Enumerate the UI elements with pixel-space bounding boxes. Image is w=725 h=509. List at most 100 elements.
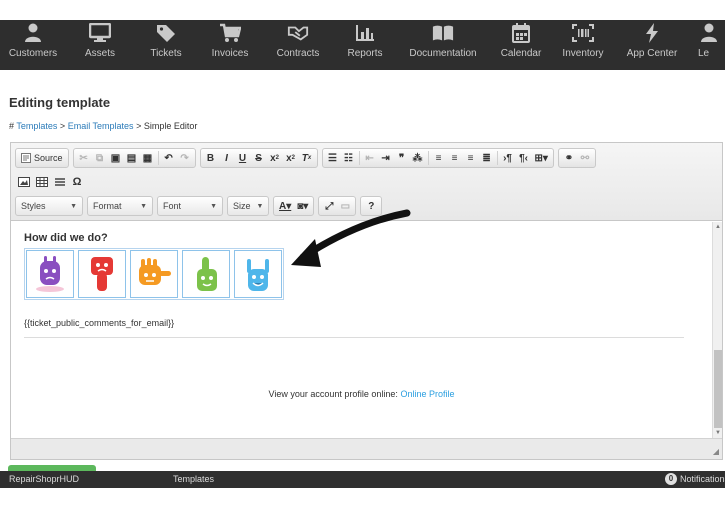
font-dropdown[interactable]: Font ▼ (157, 196, 223, 216)
nav-invoices[interactable]: Invoices (198, 20, 262, 70)
bulleted-list-icon[interactable]: ☷ (341, 149, 357, 167)
source-button[interactable]: Source (18, 149, 66, 167)
nav-label: Tickets (150, 48, 182, 59)
source-group: Source (15, 148, 69, 168)
paste-text-icon[interactable]: ▤ (124, 149, 140, 167)
profile-line: View your account profile online: Online… (11, 389, 712, 399)
italic-icon[interactable]: I (219, 149, 235, 167)
editor-statusbar: ◢ (11, 438, 722, 459)
rtl-icon[interactable]: ¶‹ (516, 149, 532, 167)
nav-app-center[interactable]: App Center (614, 20, 690, 70)
nav-assets[interactable]: Assets (66, 20, 134, 70)
templates-link[interactable]: Templates (173, 474, 214, 484)
nav-calendar[interactable]: Calendar (490, 20, 552, 70)
source-label: Source (34, 153, 63, 163)
scrollbar-thumb[interactable] (714, 350, 722, 428)
indent-icon[interactable]: ⇥ (378, 149, 394, 167)
breadcrumb-email-templates-link[interactable]: Email Templates (68, 121, 134, 131)
paste-icon[interactable]: ▣ (108, 149, 124, 167)
separator (358, 151, 360, 165)
font-label: Font (163, 201, 182, 211)
nav-customers[interactable]: Customers (0, 20, 66, 70)
resize-handle-icon[interactable]: ◢ (713, 447, 719, 456)
paragraph-group: ☰ ☷ ⇤ ⇥ ❞ ⁂ ≡ ≡ ≡ ≣ ›¶ ¶‹ ⊞▾ (321, 148, 554, 168)
superscript-icon[interactable]: x2 (283, 149, 299, 167)
styles-dropdown[interactable]: Styles ▼ (15, 196, 83, 216)
nav-label: Le (698, 48, 710, 59)
align-center-icon[interactable]: ≡ (447, 149, 463, 167)
ltr-icon[interactable]: ›¶ (500, 149, 516, 167)
unlink-icon[interactable]: ⚯ (577, 149, 593, 167)
remove-format-icon[interactable]: Tx (299, 149, 315, 167)
breadcrumb-templates-link[interactable]: Templates (16, 121, 57, 131)
chevron-down-icon: ▼ (210, 202, 217, 210)
div-icon[interactable]: ⁂ (410, 149, 426, 167)
nav-label: Calendar (500, 48, 542, 59)
image-icon[interactable] (15, 173, 33, 191)
page: Customers Assets Tickets Invoices Contra… (0, 0, 725, 509)
face-rating-1[interactable] (26, 250, 74, 298)
nav-documentation[interactable]: Documentation (396, 20, 490, 70)
face-rating-2[interactable] (78, 250, 126, 298)
format-dropdown[interactable]: Format ▼ (87, 196, 153, 216)
nav-label: App Center (626, 48, 678, 59)
align-left-icon[interactable]: ≡ (431, 149, 447, 167)
nav-label: Assets (84, 48, 115, 59)
subscript-icon[interactable]: x2 (267, 149, 283, 167)
monitor-icon (89, 22, 111, 44)
special-char-icon[interactable]: Ω (69, 173, 85, 191)
survey-heading: How did we do? (24, 232, 108, 244)
bold-icon[interactable]: B (203, 149, 219, 167)
nav-contracts[interactable]: Contracts (262, 20, 334, 70)
align-right-icon[interactable]: ≡ (463, 149, 479, 167)
nav-label: Inventory (562, 48, 604, 59)
nav-tickets[interactable]: Tickets (134, 20, 198, 70)
bottom-bar: RepairShoprHUD Templates 0 Notifications (0, 471, 725, 488)
handshake-icon (287, 22, 309, 44)
editor-scrollbar[interactable]: ▲ ▼ (712, 222, 722, 438)
face-rating-3[interactable] (130, 250, 178, 298)
cart-icon (219, 22, 241, 44)
nav-inventory[interactable]: Inventory (552, 20, 614, 70)
scroll-down-icon[interactable]: ▼ (715, 430, 721, 436)
chevron-down-icon: ▼ (140, 202, 147, 210)
breadcrumb-separator: > (136, 121, 142, 131)
table-icon[interactable] (33, 173, 51, 191)
separator (427, 151, 429, 165)
chevron-down-icon: ▼ (256, 202, 264, 210)
language-icon[interactable]: ⊞▾ (532, 149, 551, 167)
breadcrumb-current: Simple Editor (143, 121, 198, 131)
online-profile-link[interactable]: Online Profile (400, 389, 454, 399)
person-icon (22, 22, 44, 44)
cut-icon[interactable]: ✂ (76, 149, 92, 167)
format-label: Format (93, 201, 122, 211)
numbered-list-icon[interactable]: ☰ (325, 149, 341, 167)
nav-reports[interactable]: Reports (334, 20, 396, 70)
copy-icon[interactable]: ⧉ (92, 149, 108, 167)
face-rating-5[interactable] (234, 250, 282, 298)
link-icon[interactable]: ⚭ (561, 149, 577, 167)
strikethrough-icon[interactable]: S (251, 149, 267, 167)
profile-text: View your account profile online: (268, 389, 398, 399)
outdent-icon[interactable]: ⇤ (362, 149, 378, 167)
toolbar-row-1: Source ✂ ⧉ ▣ ▤ ▦ ↶ ↷ B I U S x 2 x 2 T x… (15, 147, 600, 169)
horizontal-line-icon[interactable] (51, 173, 69, 191)
size-label: Size (233, 201, 251, 211)
nav-more[interactable]: Le (690, 20, 725, 70)
page-title: Editing template (9, 95, 111, 110)
calendar-icon (510, 22, 532, 44)
rating-faces (24, 248, 284, 300)
notifications-button[interactable]: 0 Notifications (665, 473, 725, 485)
blockquote-icon[interactable]: ❞ (394, 149, 410, 167)
notifications-label: Notifications (680, 474, 725, 484)
underline-icon[interactable]: U (235, 149, 251, 167)
scroll-up-icon[interactable]: ▲ (715, 224, 721, 230)
app-name[interactable]: RepairShoprHUD (9, 474, 79, 484)
book-icon (432, 22, 454, 44)
align-justify-icon[interactable]: ≣ (479, 149, 495, 167)
redo-icon[interactable]: ↷ (177, 149, 193, 167)
paste-word-icon[interactable]: ▦ (140, 149, 156, 167)
size-dropdown[interactable]: Size ▼ (227, 196, 269, 216)
face-rating-4[interactable] (182, 250, 230, 298)
undo-icon[interactable]: ↶ (161, 149, 177, 167)
